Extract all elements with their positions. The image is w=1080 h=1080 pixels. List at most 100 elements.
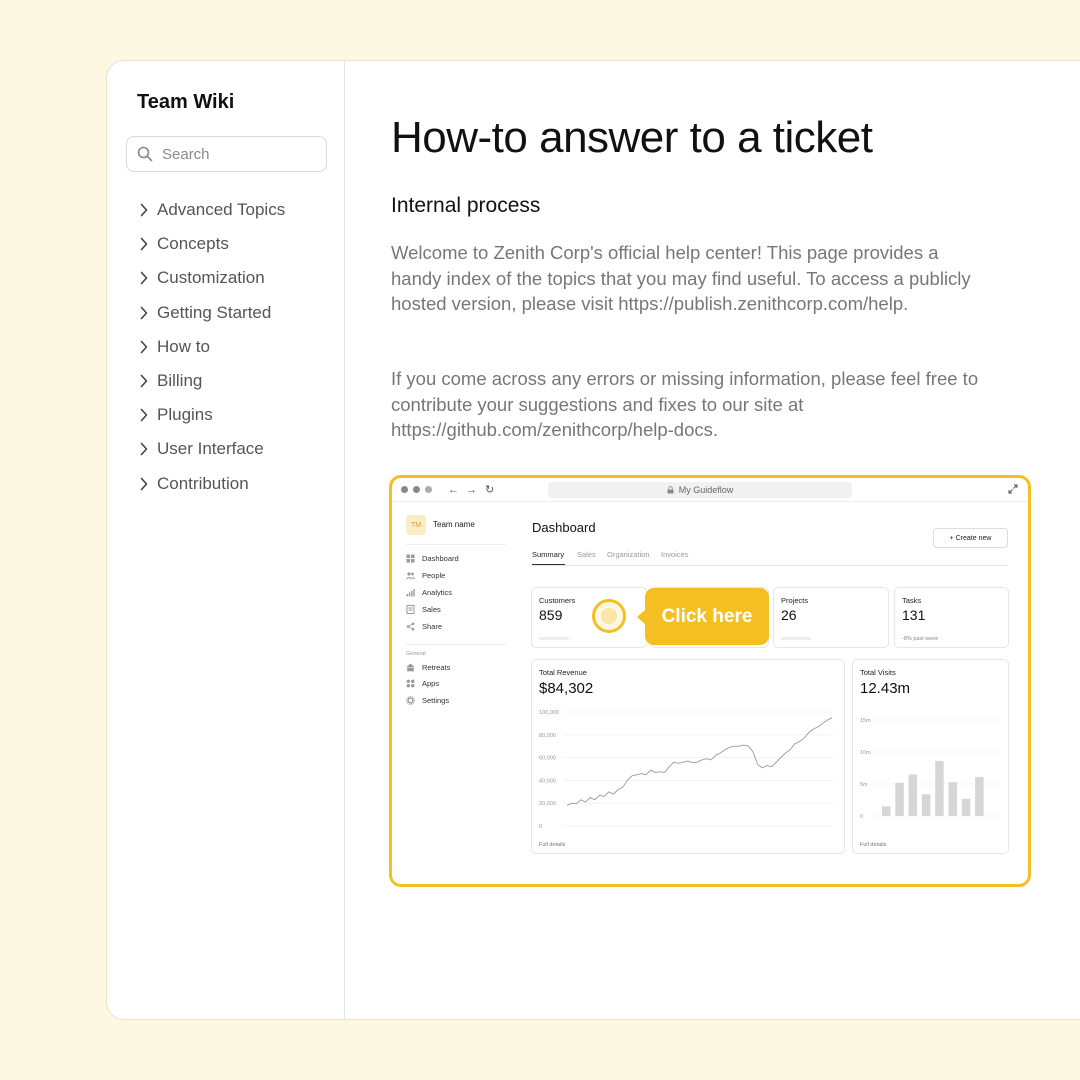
y-tick-label: 0 (860, 814, 863, 820)
sidebar-item-label: Plugins (157, 405, 213, 425)
sidebar-item-advanced-topics[interactable]: Advanced Topics (139, 193, 285, 227)
intro-paragraph: Welcome to Zenith Corp's official help c… (391, 242, 971, 314)
y-tick-label: 100,000 (539, 710, 559, 716)
people-icon (406, 572, 415, 580)
demo-nav-sales[interactable]: Sales (406, 605, 441, 614)
revenue-line-chart: 100,000 80,000 60,000 40,000 20,000 0 (539, 710, 834, 830)
chevron-right-icon (140, 203, 148, 217)
nav-group-label: General (406, 651, 426, 657)
sidebar-item-label: Advanced Topics (157, 200, 286, 220)
demo-nav-label: Retreats (422, 663, 451, 672)
y-tick-label: 15m (860, 718, 871, 724)
visits-bar (975, 776, 984, 816)
window-dot-icon (413, 486, 420, 493)
tab-summary[interactable]: Summary (532, 550, 564, 559)
y-tick-label: 40,000 (539, 778, 556, 784)
chevron-right-icon (140, 237, 148, 251)
tasks-card[interactable]: Tasks 131 -8% past week (894, 587, 1009, 648)
click-here-callout[interactable]: Click here (637, 588, 769, 645)
sales-icon (406, 605, 415, 614)
card-progress-bar (539, 637, 569, 640)
chevron-right-icon (140, 443, 148, 456)
demo-nav-people[interactable]: People (406, 571, 445, 580)
expand-icon[interactable] (1008, 484, 1018, 494)
sidebar: Team Wiki Advanced Topics Concepts Customi… (107, 61, 345, 1019)
visits-bar (882, 806, 891, 816)
revenue-card[interactable]: Total Revenue $84,302 100,000 80,000 60,00… (531, 659, 845, 854)
grid-icon (406, 554, 415, 563)
active-tab-underline (532, 564, 565, 565)
wiki-window: Team Wiki Advanced Topics Concepts Customi… (106, 60, 1080, 1020)
create-new-button[interactable]: + Create new (933, 528, 1008, 548)
tabs-divider (532, 565, 1008, 566)
hotspot-marker[interactable] (592, 599, 626, 633)
sidebar-item-label: User Interface (157, 439, 264, 459)
demo-nav-label: People (422, 571, 446, 580)
window-dot-icon (425, 486, 432, 493)
team-avatar: TM (406, 515, 426, 535)
sidebar-item-user-interface[interactable]: User Interface (139, 432, 285, 466)
visits-full-details-link[interactable]: Full details (860, 842, 886, 848)
demo-nav-analytics[interactable]: Analytics (406, 588, 452, 597)
demo-nav-settings[interactable]: Settings (406, 696, 449, 705)
back-arrow-icon[interactable]: ← (448, 483, 459, 497)
tab-invoices[interactable]: Invoices (661, 550, 689, 559)
sidebar-nav: Advanced Topics Concepts Customization Gett… (139, 193, 285, 501)
y-tick-label: 60,000 (539, 756, 556, 762)
sidebar-item-getting-started[interactable]: Getting Started (139, 296, 285, 330)
tasks-label: Tasks (902, 596, 922, 605)
forward-arrow-icon[interactable]: → (466, 483, 477, 497)
sidebar-item-customization[interactable]: Customization (139, 261, 285, 295)
visits-bar-chart: 15m 10m 5m 0 (860, 718, 1001, 820)
customers-card[interactable]: Customers 859 (531, 587, 647, 648)
sidebar-item-concepts[interactable]: Concepts (139, 227, 285, 261)
sidebar-item-billing[interactable]: Billing (139, 364, 285, 398)
demo-nav-share[interactable]: Share (406, 622, 442, 631)
y-tick-label: 5m (860, 782, 868, 788)
reload-icon[interactable]: ↻ (485, 483, 494, 497)
chevron-right-icon (140, 306, 148, 319)
demo-nav-label: Share (422, 622, 443, 631)
window-dot-icon (401, 486, 408, 493)
guideflow-demo[interactable]: ← → ↻ My Guideflow TM Team name Dashboar… (389, 475, 1031, 887)
tasks-value: 131 (902, 607, 926, 623)
demo-nav-apps[interactable]: Apps (406, 679, 439, 688)
dashboard-title: Dashboard (532, 520, 596, 535)
demo-nav-label: Analytics (422, 588, 453, 597)
visits-bar (935, 760, 944, 816)
url-bar[interactable]: My Guideflow (548, 482, 852, 498)
demo-nav-dashboard[interactable]: Dashboard (406, 554, 459, 563)
chevron-right-icon (140, 408, 148, 422)
hotspot-center (601, 608, 617, 624)
projects-card[interactable]: Projects 26 (773, 587, 889, 648)
visits-bar (908, 774, 918, 816)
visits-card[interactable]: Total Visits 12.43m 15m 10m 5m 0 Full detai… (852, 659, 1009, 854)
divider (406, 644, 506, 645)
y-tick-label: 0 (539, 824, 542, 830)
settings-icon (406, 695, 415, 705)
search-box[interactable] (126, 136, 327, 172)
sidebar-item-label: Contribution (157, 473, 249, 493)
y-tick-label: 80,000 (539, 733, 556, 739)
demo-nav-retreats[interactable]: Retreats (406, 663, 450, 672)
tab-sales[interactable]: Sales (577, 550, 596, 559)
tab-organization[interactable]: Organization (607, 550, 650, 559)
chevron-right-icon (140, 374, 148, 388)
url-text: My Guideflow (678, 485, 734, 495)
customers-value: 859 (539, 607, 563, 623)
tasks-note: -8% past week (902, 636, 939, 642)
visits-bar (961, 798, 971, 816)
sidebar-item-how-to[interactable]: How to (139, 330, 285, 364)
sidebar-item-plugins[interactable]: Plugins (139, 398, 285, 432)
revenue-full-details-link[interactable]: Full details (539, 842, 565, 848)
projects-value: 26 (781, 607, 797, 623)
search-input[interactable] (162, 145, 312, 163)
chevron-right-icon (140, 340, 148, 354)
card-progress-bar (781, 637, 811, 640)
demo-nav-label: Apps (422, 679, 440, 689)
sidebar-item-contribution[interactable]: Contribution (139, 467, 285, 501)
page-title: How-to answer to a ticket (391, 113, 873, 162)
search-icon (137, 146, 153, 162)
revenue-series-line (566, 717, 833, 806)
chevron-right-icon (140, 477, 148, 490)
